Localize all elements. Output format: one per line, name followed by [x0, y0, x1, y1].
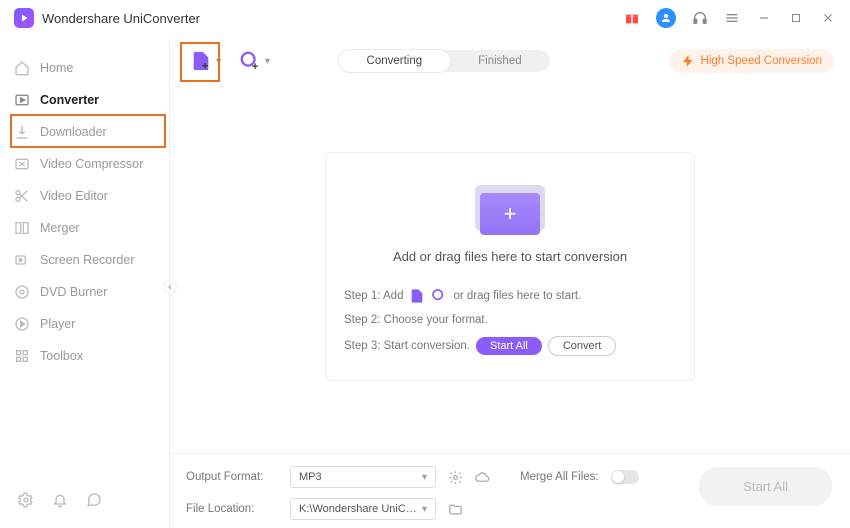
disc-icon	[14, 284, 30, 300]
sidebar-item-label: Converter	[40, 93, 99, 107]
high-speed-label: High Speed Conversion	[701, 55, 822, 67]
folder-icon[interactable]	[448, 502, 463, 517]
add-file-button[interactable]: + ▾	[186, 46, 225, 76]
sidebar-item-label: Merger	[40, 221, 80, 235]
sidebar-item-label: Video Compressor	[40, 157, 143, 171]
settings-icon[interactable]	[18, 492, 34, 508]
sidebar-item-converter[interactable]: Converter	[0, 84, 169, 116]
compressor-icon	[14, 156, 30, 172]
svg-text:+: +	[202, 60, 208, 72]
merge-toggle[interactable]	[611, 470, 639, 484]
merger-icon	[14, 220, 30, 236]
ring-plus-icon	[431, 288, 447, 304]
start-all-main-button[interactable]: Start All	[699, 467, 832, 506]
gift-icon[interactable]	[624, 10, 640, 26]
feedback-icon[interactable]	[86, 492, 102, 508]
start-all-button[interactable]: Start All	[476, 337, 542, 355]
chevron-down-icon: ▾	[216, 56, 221, 67]
maximize-icon[interactable]	[788, 10, 804, 26]
sidebar-item-compressor[interactable]: Video Compressor	[0, 148, 169, 180]
add-url-button[interactable]: + ▾	[235, 46, 274, 76]
sidebar-item-editor[interactable]: Video Editor	[0, 180, 169, 212]
play-icon	[14, 316, 30, 332]
sidebar-item-label: Downloader	[40, 125, 107, 139]
chevron-down-icon: ▾	[422, 504, 427, 515]
sidebar-item-dvd[interactable]: DVD Burner	[0, 276, 169, 308]
merge-label: Merge All Files:	[520, 471, 599, 483]
chevron-down-icon: ▾	[422, 472, 427, 483]
toolbar: + ▾ + ▾ Converting Finished High Speed C…	[170, 36, 850, 86]
converter-icon	[14, 92, 30, 108]
sidebar-item-label: Player	[40, 317, 75, 331]
user-avatar-icon[interactable]	[656, 8, 676, 28]
close-icon[interactable]	[820, 10, 836, 26]
sidebar-item-downloader[interactable]: Downloader	[0, 116, 169, 148]
step-2: Step 2: Choose your format.	[344, 314, 676, 326]
sidebar-item-label: Screen Recorder	[40, 253, 135, 267]
tab-finished[interactable]: Finished	[450, 50, 549, 72]
home-icon	[14, 60, 30, 76]
chevron-down-icon: ▾	[265, 56, 270, 67]
minimize-icon[interactable]	[756, 10, 772, 26]
headset-icon[interactable]	[692, 10, 708, 26]
gear-icon[interactable]	[448, 470, 463, 485]
doc-plus-icon	[409, 288, 425, 304]
sidebar-item-home[interactable]: Home	[0, 52, 169, 84]
sidebar-item-label: Video Editor	[40, 189, 108, 203]
dropzone[interactable]: + Add or drag files here to start conver…	[325, 152, 695, 381]
output-format-select[interactable]: MP3 ▾	[290, 466, 436, 488]
app-logo	[14, 8, 34, 28]
step-3: Step 3: Start conversion. Start All Conv…	[344, 336, 676, 356]
titlebar: Wondershare UniConverter	[0, 0, 850, 36]
file-location-select[interactable]: K:\Wondershare UniConverter ▾	[290, 498, 436, 520]
tab-converting[interactable]: Converting	[339, 50, 451, 72]
sidebar-collapse-button[interactable]	[163, 280, 177, 294]
high-speed-button[interactable]: High Speed Conversion	[669, 49, 834, 73]
dropzone-title: Add or drag files here to start conversi…	[393, 249, 627, 264]
app-title: Wondershare UniConverter	[42, 11, 200, 26]
folder-plus-icon: +	[473, 175, 547, 235]
sidebar-item-toolbox[interactable]: Toolbox	[0, 340, 169, 372]
sidebar-item-label: Home	[40, 61, 73, 75]
bell-icon[interactable]	[52, 492, 68, 508]
sidebar-item-player[interactable]: Player	[0, 308, 169, 340]
download-icon	[14, 124, 30, 140]
step-1: Step 1: Add or drag files here to start.	[344, 288, 676, 304]
tab-group: Converting Finished	[339, 50, 550, 72]
lightning-icon	[681, 54, 695, 68]
menu-icon[interactable]	[724, 10, 740, 26]
file-location-label: File Location:	[186, 503, 278, 515]
scissors-icon	[14, 188, 30, 204]
sidebar-item-label: Toolbox	[40, 349, 83, 363]
cloud-icon[interactable]	[475, 470, 490, 485]
main-panel: + ▾ + ▾ Converting Finished High Speed C…	[170, 36, 850, 528]
svg-text:+: +	[252, 61, 258, 72]
sidebar-item-merger[interactable]: Merger	[0, 212, 169, 244]
recorder-icon	[14, 252, 30, 268]
sidebar: Home Converter Downloader Video Compress…	[0, 36, 170, 528]
sidebar-item-recorder[interactable]: Screen Recorder	[0, 244, 169, 276]
sidebar-item-label: DVD Burner	[40, 285, 107, 299]
grid-icon	[14, 348, 30, 364]
convert-button[interactable]: Convert	[548, 336, 617, 356]
output-format-label: Output Format:	[186, 471, 278, 483]
